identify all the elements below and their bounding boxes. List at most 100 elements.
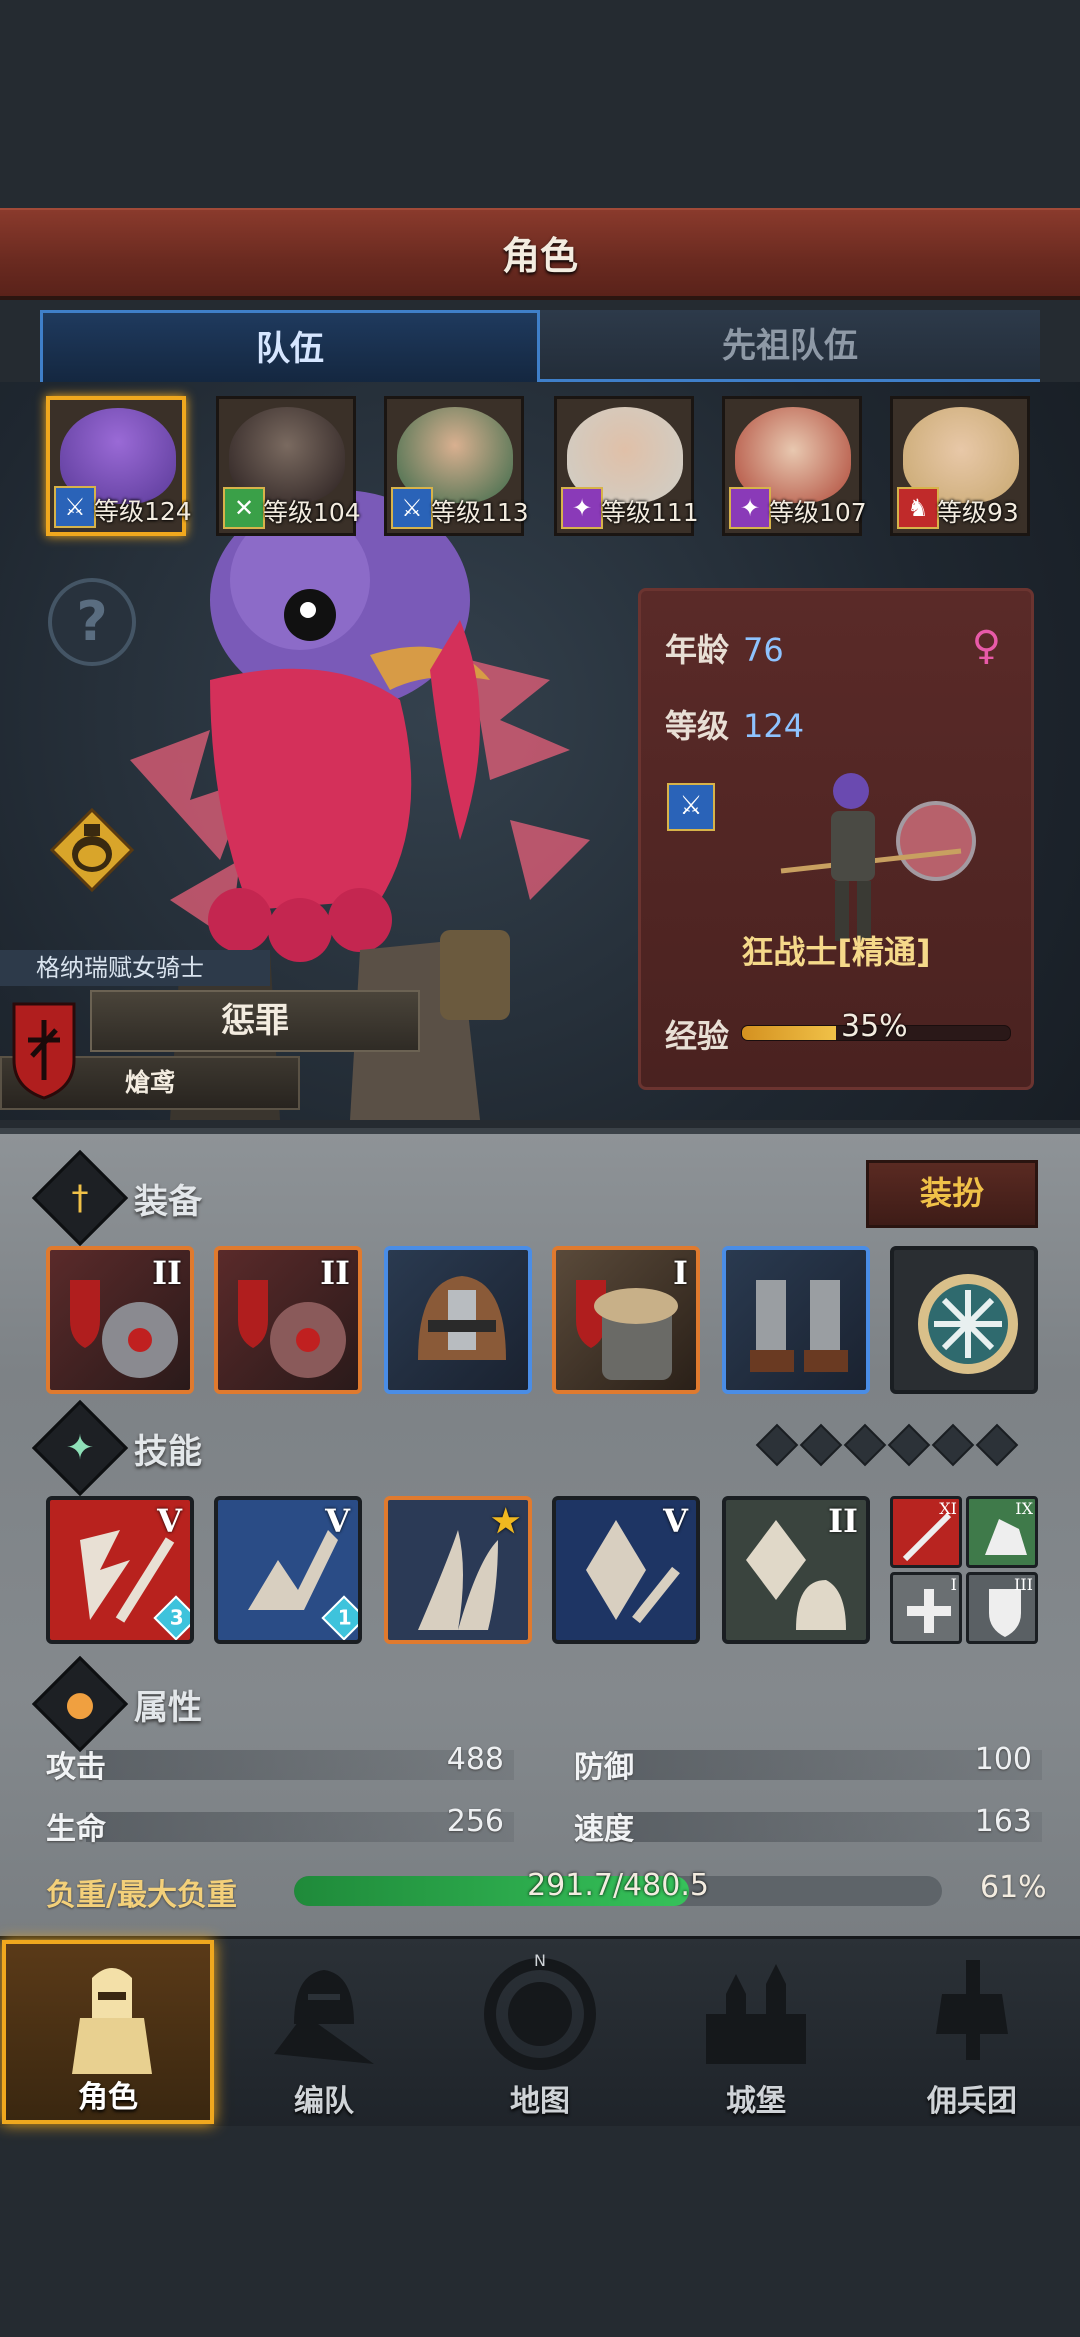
stat-hp: 生命 256	[46, 1804, 514, 1848]
equipment-slot-boots[interactable]	[722, 1246, 870, 1394]
equipment-slot-armor[interactable]: I	[552, 1246, 700, 1394]
nav-mercenary[interactable]: 佣兵团	[866, 1940, 1078, 2124]
skill-tier: V	[325, 1502, 350, 1540]
class-icon: ✦	[729, 487, 771, 529]
nav-label: 城堡	[726, 2084, 786, 2119]
passive-skill[interactable]: XI	[890, 1496, 962, 1568]
passive-skill[interactable]: IX	[966, 1496, 1038, 1568]
roster-portrait[interactable]: ⚔ 等级124	[46, 396, 192, 536]
skill-tier: V	[663, 1502, 688, 1540]
page-header: 角色	[0, 208, 1080, 300]
skill-gem-count: 3	[169, 1605, 184, 1630]
passive-skill[interactable]: I	[890, 1572, 962, 1644]
slot-tier: II	[320, 1254, 350, 1292]
skill-slot[interactable]: V 3	[46, 1496, 194, 1644]
hero-title: 格纳瑞赋女骑士	[0, 950, 270, 986]
nav-label: 编队	[294, 2084, 354, 2119]
age-value: 76	[743, 631, 784, 669]
amulet-icon	[918, 1274, 1018, 1374]
compass-map-icon: N	[484, 1954, 596, 2070]
stat-label: 生命	[46, 1812, 106, 1847]
passive-tier: III	[1014, 1575, 1033, 1594]
faction-shield-icon	[12, 1002, 76, 1100]
passive-skill[interactable]: III	[966, 1572, 1038, 1644]
boots-icon	[750, 1280, 848, 1372]
stat-speed: 速度 163	[574, 1804, 1042, 1848]
skill-tier: II	[828, 1502, 858, 1540]
stat-attack: 攻击 488	[46, 1742, 514, 1786]
skill-tier: V	[157, 1502, 182, 1540]
roster-portrait[interactable]: ✦ 等级111	[554, 396, 699, 536]
portrait-level: 等级124	[94, 497, 192, 526]
class-icon: ⚔	[391, 487, 433, 529]
hero-name[interactable]: 惩罪	[90, 990, 420, 1052]
dress-up-button[interactable]: 装扮	[866, 1160, 1038, 1228]
stat-value: 100	[974, 1742, 1032, 1777]
stat-value: 256	[446, 1804, 504, 1839]
roster-portrait[interactable]: ✕ 等级104	[216, 396, 361, 536]
hero-info-card: 年龄 76 ♀ 等级 124 ⚔ 狂战士[精通] 经验 35%	[638, 588, 1034, 1090]
skill-slot[interactable]: ★	[384, 1496, 532, 1644]
passive-tier: I	[950, 1575, 957, 1594]
passive-tier: IX	[1015, 1499, 1033, 1518]
skill-slot[interactable]: V	[552, 1496, 700, 1644]
exp-percent: 35%	[841, 1009, 908, 1044]
age-label: 年龄	[665, 631, 730, 669]
portrait-level: 等级93	[937, 498, 1019, 527]
portrait-level: 等级107	[769, 498, 867, 527]
level-value: 124	[743, 707, 805, 745]
equipment-slot-weapon[interactable]: II	[46, 1246, 194, 1394]
stat-label: 速度	[574, 1812, 634, 1847]
equipment-slot-amulet[interactable]	[890, 1246, 1038, 1394]
tab-ancestor-team[interactable]: 先祖队伍	[540, 310, 1040, 382]
class-icon: ✦	[561, 487, 603, 529]
class-icon: ♞	[897, 487, 939, 529]
helmet-squad-icon	[274, 1970, 374, 2064]
skill-slot[interactable]: V 1	[214, 1496, 362, 1644]
skills-label: 技能	[134, 1432, 202, 1472]
skill-gem-count: 1	[337, 1605, 352, 1630]
class-name: 狂战士[精通]	[741, 933, 931, 971]
nav-character[interactable]: 角色	[2, 1940, 214, 2124]
portrait-level: 等级104	[263, 498, 361, 527]
skill-slot[interactable]: II	[722, 1496, 870, 1644]
load-percent: 61%	[980, 1870, 1047, 1905]
attributes-label: 属性	[134, 1688, 202, 1728]
tab-team[interactable]: 队伍	[40, 310, 540, 382]
nav-map[interactable]: N 地图	[434, 1940, 646, 2124]
passive-tier: XI	[939, 1499, 957, 1518]
helmet-icon	[418, 1276, 506, 1360]
help-button[interactable]: ?	[48, 578, 136, 666]
stat-label: 防御	[574, 1750, 634, 1785]
class-icon: ✕	[223, 487, 265, 529]
level-row: 等级 124	[665, 701, 804, 747]
roster-portrait[interactable]: ⚔ 等级113	[384, 396, 529, 536]
exp-label: 经验	[665, 1017, 730, 1055]
class-figure-image	[780, 773, 976, 941]
sword-class-icon: ⚔	[667, 783, 715, 831]
nav-formation[interactable]: 编队	[218, 1940, 430, 2124]
roster-portrait[interactable]: ✦ 等级107	[722, 396, 867, 536]
nav-castle[interactable]: 城堡	[650, 1940, 862, 2124]
equipment-slot-helmet[interactable]	[384, 1246, 532, 1394]
skill-tier: ★	[491, 1502, 520, 1540]
slot-tier: I	[673, 1254, 688, 1292]
equipment-slot-offhand[interactable]: II	[214, 1246, 362, 1394]
nav-label: 地图	[510, 2084, 570, 2119]
portrait-level: 等级113	[431, 498, 529, 527]
exp-progress-fill	[742, 1026, 836, 1040]
load-label: 负重/最大负重	[46, 1878, 237, 1913]
roster-portrait[interactable]: ♞ 等级93	[890, 396, 1030, 536]
stat-label: 攻击	[46, 1750, 106, 1785]
level-label: 等级	[665, 707, 730, 745]
page-title: 角色	[501, 234, 578, 278]
knight-icon	[72, 1968, 152, 2074]
slot-tier: II	[152, 1254, 182, 1292]
castle-icon	[706, 1964, 806, 2064]
nav-label: 角色	[78, 2080, 138, 2115]
equipment-label: 装备	[134, 1182, 202, 1222]
potion-icon[interactable]	[50, 808, 134, 892]
female-gender-icon: ♀	[971, 623, 1001, 669]
stat-value: 488	[446, 1742, 504, 1777]
svg-text:N: N	[534, 1954, 546, 1970]
